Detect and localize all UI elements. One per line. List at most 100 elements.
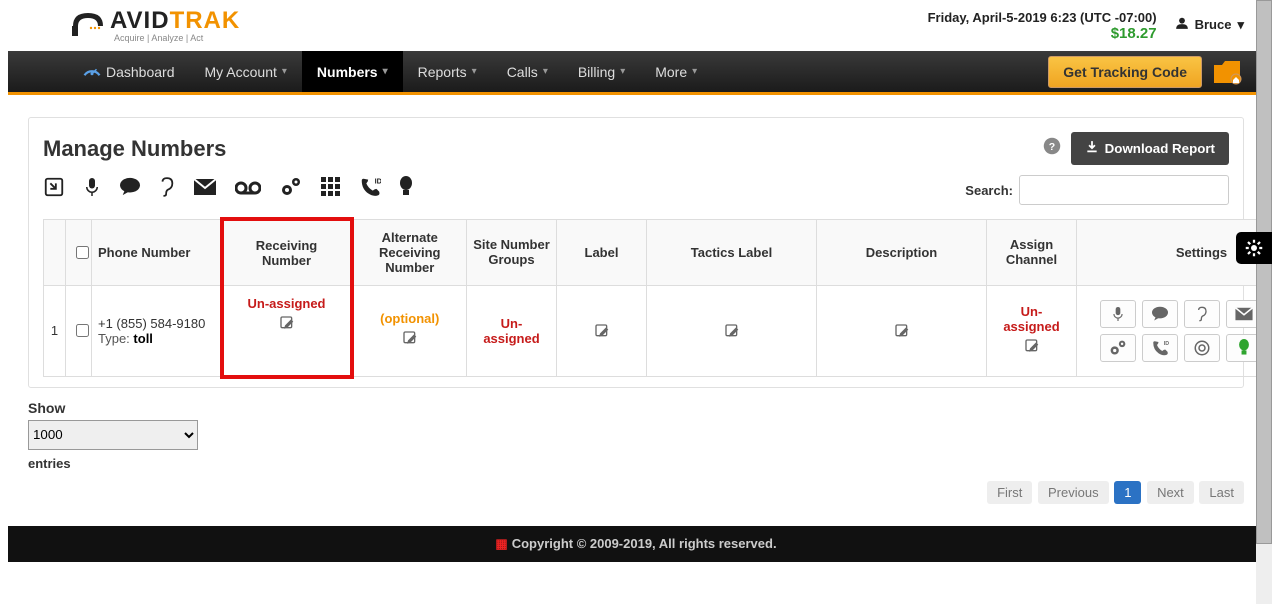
row-receiving: Un-assigned bbox=[230, 296, 344, 311]
nav-my-account[interactable]: My Account▾ bbox=[190, 51, 302, 92]
lightbulb-icon[interactable] bbox=[399, 176, 413, 204]
chevron-down-icon: ▾ bbox=[620, 66, 625, 77]
nav-home-folder-icon[interactable] bbox=[1210, 55, 1244, 89]
edit-icon[interactable] bbox=[594, 323, 610, 343]
ear-icon[interactable] bbox=[159, 176, 175, 204]
top-header: AVIDTRAK Acquire | Analyze | Act Friday,… bbox=[8, 0, 1264, 51]
user-menu[interactable]: Bruce ▾ bbox=[1175, 16, 1244, 33]
pagination: First Previous 1 Next Last bbox=[8, 481, 1244, 504]
row-settings-buttons: ID bbox=[1083, 300, 1272, 362]
brand-avid: AVID bbox=[110, 7, 170, 34]
row-site-groups: Un-assigned bbox=[473, 316, 550, 346]
chevron-down-icon: ▾ bbox=[472, 66, 477, 77]
chat-icon[interactable] bbox=[1142, 300, 1178, 328]
select-all-checkbox[interactable] bbox=[76, 246, 89, 259]
row-type-value: toll bbox=[133, 331, 153, 346]
chat-icon[interactable] bbox=[119, 177, 141, 203]
page-first-button[interactable]: First bbox=[987, 481, 1032, 504]
chevron-down-icon: ▾ bbox=[692, 66, 697, 77]
caller-id-icon[interactable]: ID bbox=[1142, 334, 1178, 362]
search-input[interactable] bbox=[1019, 175, 1229, 205]
numbers-table: Phone Number Receiving Number Alternate … bbox=[43, 217, 1272, 379]
mail-icon[interactable] bbox=[193, 178, 217, 202]
navbar: Dashboard My Account▾ Numbers ▾ Reports … bbox=[8, 51, 1264, 95]
nav-more[interactable]: More ▾ bbox=[640, 51, 712, 92]
logo-mark-icon bbox=[68, 6, 108, 40]
nav-calls[interactable]: Calls ▾ bbox=[492, 51, 563, 92]
svg-text:ID: ID bbox=[375, 176, 381, 185]
page-1-button[interactable]: 1 bbox=[1114, 481, 1141, 504]
nav-billing[interactable]: Billing ▾ bbox=[563, 51, 640, 92]
table-row: 1 +1 (855) 584-9180 Type: toll Un-assign… bbox=[44, 285, 1272, 377]
page-next-button[interactable]: Next bbox=[1147, 481, 1194, 504]
help-icon[interactable]: ? bbox=[1043, 137, 1061, 160]
edit-icon[interactable] bbox=[402, 330, 418, 350]
col-tactics[interactable]: Tactics Label bbox=[647, 219, 817, 285]
edit-icon[interactable] bbox=[1024, 338, 1040, 358]
chevron-down-icon: ▾ bbox=[383, 66, 388, 77]
dashboard-icon bbox=[83, 63, 101, 80]
gears-icon[interactable] bbox=[1100, 334, 1136, 362]
row-type-label: Type: bbox=[98, 331, 130, 346]
entries-label: entries bbox=[28, 456, 1264, 471]
page-last-button[interactable]: Last bbox=[1199, 481, 1244, 504]
row-channel: Un-assigned bbox=[993, 304, 1070, 334]
row-index: 1 bbox=[44, 285, 66, 377]
svg-text:ID: ID bbox=[1163, 341, 1168, 347]
logo[interactable]: AVIDTRAK Acquire | Analyze | Act bbox=[68, 6, 240, 43]
brand-tagline: Acquire | Analyze | Act bbox=[114, 33, 240, 43]
show-label: Show bbox=[28, 400, 1264, 416]
col-site-groups[interactable]: Site Number Groups bbox=[467, 219, 557, 285]
page-prev-button[interactable]: Previous bbox=[1038, 481, 1109, 504]
footer-text: Copyright © 2009-2019, All rights reserv… bbox=[512, 536, 777, 551]
download-report-button[interactable]: Download Report bbox=[1071, 132, 1229, 165]
icon-toolbar: ID bbox=[43, 176, 413, 204]
col-label[interactable]: Label bbox=[557, 219, 647, 285]
col-channel[interactable]: Assign Channel bbox=[987, 219, 1077, 285]
user-name: Bruce bbox=[1195, 17, 1232, 32]
target-icon[interactable] bbox=[1184, 334, 1220, 362]
phone-forward-icon[interactable] bbox=[43, 176, 65, 204]
col-index bbox=[44, 219, 66, 285]
row-phone-number: +1 (855) 584-9180 bbox=[98, 316, 214, 331]
scrollbar[interactable] bbox=[1256, 0, 1272, 604]
col-receiving[interactable]: Receiving Number bbox=[222, 219, 352, 285]
settings-drawer-toggle[interactable] bbox=[1236, 232, 1272, 264]
edit-icon[interactable] bbox=[724, 323, 740, 343]
microphone-icon[interactable] bbox=[83, 176, 101, 204]
footer-icon: ▦ bbox=[495, 536, 507, 551]
row-checkbox[interactable] bbox=[76, 324, 89, 337]
nav-numbers[interactable]: Numbers ▾ bbox=[302, 51, 403, 92]
microphone-icon[interactable] bbox=[1100, 300, 1136, 328]
nav-reports[interactable]: Reports ▾ bbox=[403, 51, 492, 92]
edit-icon[interactable] bbox=[894, 323, 910, 343]
voicemail-icon[interactable] bbox=[235, 179, 261, 202]
svg-text:?: ? bbox=[1048, 141, 1054, 153]
table-header-row: Phone Number Receiving Number Alternate … bbox=[44, 219, 1272, 285]
chevron-down-icon: ▾ bbox=[543, 66, 548, 77]
col-checkbox bbox=[66, 219, 92, 285]
search-label: Search: bbox=[965, 183, 1013, 198]
caller-id-icon[interactable]: ID bbox=[359, 176, 381, 204]
main-panel: Manage Numbers ? Download Report bbox=[28, 117, 1244, 388]
row-alternate: (optional) bbox=[360, 311, 461, 326]
page-title: Manage Numbers bbox=[43, 136, 226, 162]
entries-select[interactable]: 1000 bbox=[28, 420, 198, 450]
gears-icon[interactable] bbox=[279, 176, 303, 204]
header-datetime: Friday, April-5-2019 6:23 (UTC -07:00) bbox=[928, 10, 1157, 25]
chevron-down-icon: ▾ bbox=[282, 66, 287, 77]
download-icon bbox=[1085, 140, 1099, 157]
col-description[interactable]: Description bbox=[817, 219, 987, 285]
nav-dashboard[interactable]: Dashboard bbox=[68, 51, 190, 92]
grid-icon[interactable] bbox=[321, 177, 341, 203]
brand-trak: TRAK bbox=[170, 7, 241, 34]
header-balance: $18.27 bbox=[928, 25, 1157, 42]
col-phone[interactable]: Phone Number bbox=[92, 219, 222, 285]
footer: ▦ Copyright © 2009-2019, All rights reser… bbox=[8, 526, 1264, 562]
user-icon bbox=[1175, 16, 1189, 33]
edit-icon[interactable] bbox=[279, 315, 295, 335]
chevron-down-icon: ▾ bbox=[1237, 17, 1244, 33]
ear-icon[interactable] bbox=[1184, 300, 1220, 328]
get-tracking-code-button[interactable]: Get Tracking Code bbox=[1048, 56, 1202, 88]
col-alternate[interactable]: Alternate Receiving Number bbox=[352, 219, 467, 285]
